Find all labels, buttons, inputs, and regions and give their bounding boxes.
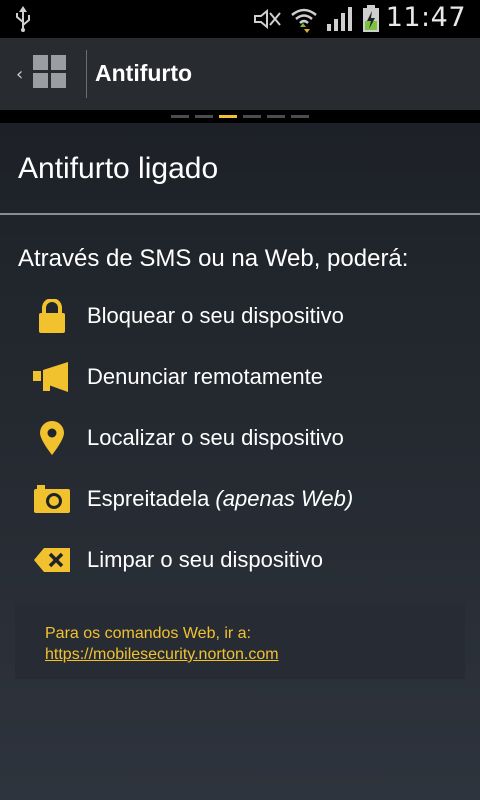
page-dot — [243, 115, 261, 118]
action-bar-divider — [86, 50, 87, 98]
web-commands-link[interactable]: https://mobilesecurity.norton.com — [45, 644, 279, 665]
content-panel: Antifurto ligado Através de SMS ou na We… — [0, 123, 480, 800]
feature-label: Bloquear o seu dispositivo — [87, 302, 344, 328]
feature-lock: Bloquear o seu dispositivo — [0, 285, 480, 346]
feature-report: Denunciar remotamente — [0, 346, 480, 407]
feature-label: Espreitadela (apenas Web) — [87, 485, 354, 511]
page-dot — [195, 115, 213, 118]
status-heading: Antifurto ligado — [18, 152, 219, 185]
page-title: Antifurto — [95, 60, 193, 86]
feature-label: Denunciar remotamente — [87, 363, 324, 389]
feature-sneak-peek: Espreitadela (apenas Web) — [0, 468, 480, 529]
mute-icon — [252, 6, 282, 36]
divider — [0, 213, 480, 215]
camera-icon — [31, 482, 73, 516]
feature-wipe: Limpar o seu dispositivo — [0, 529, 480, 590]
up-caret-icon[interactable]: ‹ — [16, 64, 23, 85]
web-commands-box: Para os comandos Web, ir a: https://mobi… — [15, 603, 465, 679]
page-dot — [267, 115, 285, 118]
location-pin-icon — [31, 420, 73, 455]
page-dot — [171, 115, 189, 118]
megaphone-icon — [31, 360, 73, 394]
battery-charging-icon — [362, 5, 380, 37]
intro-text: Através de SMS ou na Web, poderá: — [18, 245, 409, 272]
action-bar: ‹ Antifurto — [0, 38, 480, 110]
wifi-icon — [290, 5, 318, 37]
status-bar: 11:47 — [0, 0, 480, 38]
home-grid-icon[interactable] — [33, 55, 67, 89]
web-commands-text: Para os comandos Web, ir a: — [45, 625, 252, 642]
erase-icon — [31, 543, 73, 577]
feature-list: Bloquear o seu dispositivo Denunciar rem… — [0, 285, 480, 590]
clock: 11:47 — [385, 2, 466, 33]
lock-icon — [31, 298, 73, 333]
signal-icon — [326, 6, 354, 36]
feature-locate: Localizar o seu dispositivo — [0, 407, 480, 468]
page-dot — [291, 115, 309, 118]
feature-label: Localizar o seu dispositivo — [87, 424, 344, 450]
page-dot — [219, 115, 237, 118]
page-indicator — [0, 110, 480, 123]
usb-icon — [14, 6, 32, 36]
feature-label: Limpar o seu dispositivo — [87, 546, 324, 572]
